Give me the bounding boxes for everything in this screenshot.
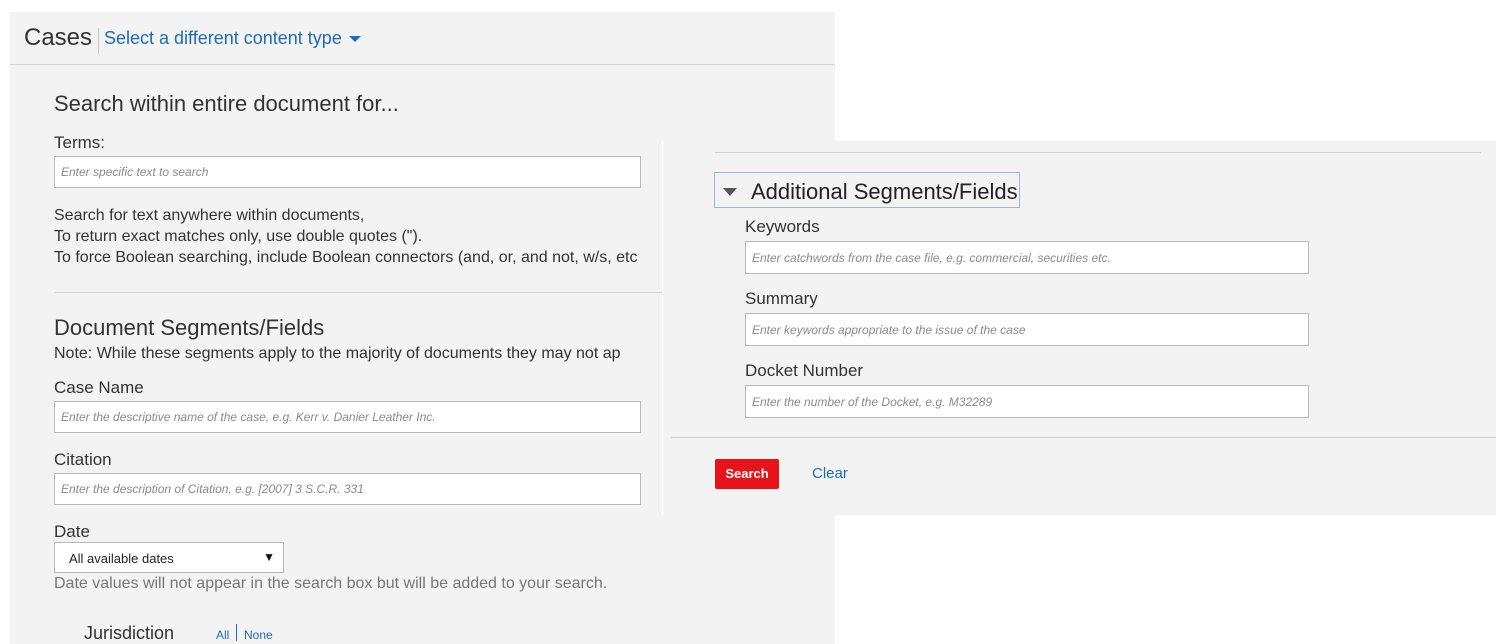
case-name-input[interactable] bbox=[54, 401, 641, 433]
citation-input[interactable] bbox=[54, 473, 641, 505]
date-select[interactable]: All available dates ▼ bbox=[54, 542, 284, 573]
summary-label: Summary bbox=[745, 289, 818, 308]
additional-segments-toggle[interactable]: Additional Segments/Fields bbox=[714, 172, 1020, 208]
docket-number-label: Docket Number bbox=[745, 361, 864, 380]
jurisdiction-all-link[interactable]: All bbox=[216, 628, 229, 642]
jurisdiction-none-link[interactable]: None bbox=[244, 628, 273, 642]
segments-heading: Document Segments/Fields bbox=[54, 315, 325, 340]
jurisdiction-link-divider bbox=[236, 624, 237, 641]
terms-input[interactable] bbox=[54, 156, 641, 188]
case-name-label: Case Name bbox=[54, 378, 144, 397]
date-selected-value: All available dates bbox=[69, 551, 174, 566]
select-content-type-label: Select a different content type bbox=[104, 28, 342, 48]
search-within-heading: Search within entire document for... bbox=[54, 91, 399, 116]
terms-help-line-2: To return exact matches only, use double… bbox=[54, 228, 423, 245]
jurisdiction-label: Jurisdiction bbox=[84, 623, 175, 643]
terms-help-line-1: Search for text anywhere within document… bbox=[54, 207, 365, 224]
keywords-label: Keywords bbox=[745, 217, 820, 236]
segments-note: Note: While these segments apply to the … bbox=[54, 345, 621, 362]
terms-label: Terms: bbox=[54, 133, 105, 152]
citation-label: Citation bbox=[54, 450, 112, 469]
summary-input[interactable] bbox=[745, 313, 1309, 346]
page-title: Cases bbox=[24, 24, 93, 51]
docket-number-input[interactable] bbox=[745, 385, 1309, 418]
search-button[interactable]: Search bbox=[715, 459, 779, 489]
date-label: Date bbox=[54, 522, 90, 541]
caret-down-icon bbox=[348, 36, 361, 43]
date-hint: Date values will not appear in the searc… bbox=[54, 575, 608, 592]
clear-button[interactable]: Clear bbox=[812, 465, 848, 482]
keywords-input[interactable] bbox=[745, 241, 1309, 274]
terms-help-line-3: To force Boolean searching, include Bool… bbox=[54, 249, 638, 266]
dropdown-arrow-icon: ▼ bbox=[263, 550, 275, 564]
additional-segments-heading: Additional Segments/Fields bbox=[751, 179, 1018, 204]
expand-triangle-icon bbox=[723, 188, 737, 196]
content-type-header: Cases Select a different content type bbox=[10, 12, 835, 65]
actions-divider bbox=[671, 437, 1496, 438]
panel-top-divider bbox=[715, 152, 1481, 153]
additional-segments-panel: Additional Segments/Fields Keywords Summ… bbox=[662, 141, 1496, 515]
header-divider bbox=[98, 28, 99, 54]
select-content-type-link[interactable]: Select a different content type bbox=[104, 28, 361, 49]
